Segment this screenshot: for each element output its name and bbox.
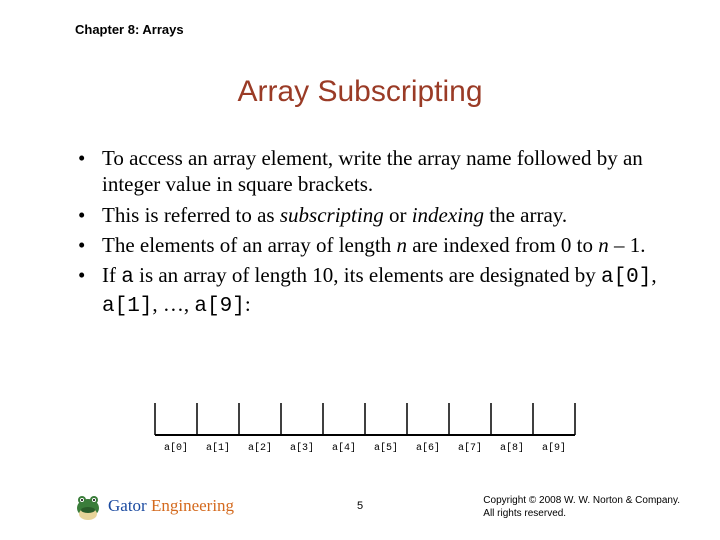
bullet-2-em1: subscripting [280, 203, 384, 227]
slide-title: Array Subscripting [0, 75, 720, 109]
bullet-4-code3: a[1] [102, 295, 152, 318]
bullet-4: If a is an array of length 10, its eleme… [78, 262, 660, 321]
array-diagram-svg: a[0] a[1] a[2] a[3] a[4] a[5] a[6] a[7] a[8] a[9] [150, 400, 580, 455]
bullet-3-mid2: – 1. [609, 233, 646, 257]
bullet-4-mid2: , [651, 263, 656, 287]
array-cell-label: a[5] [374, 442, 398, 454]
bullet-3: The elements of an array of length n are… [78, 232, 660, 258]
array-cell-label: a[3] [290, 442, 314, 454]
bullet-3-em1: n [396, 233, 407, 257]
bullet-2: This is referred to as subscripting or i… [78, 202, 660, 228]
bullet-2-mid1: or [384, 203, 412, 227]
copyright-line-1: Copyright © 2008 W. W. Norton & Company. [483, 494, 680, 507]
array-cell-label: a[4] [332, 442, 356, 454]
bullet-2-pre: This is referred to as [102, 203, 280, 227]
array-cell-label: a[1] [206, 442, 230, 454]
bullet-4-mid3: , …, [152, 292, 194, 316]
array-cell-label: a[8] [500, 442, 524, 454]
bullet-1: To access an array element, write the ar… [78, 145, 660, 198]
bullet-2-em2: indexing [412, 203, 484, 227]
bullet-list: To access an array element, write the ar… [78, 145, 660, 325]
array-cell-label: a[7] [458, 442, 482, 454]
bullet-2-mid2: the array. [484, 203, 567, 227]
array-cell-label: a[9] [542, 442, 566, 454]
bullet-4-code1: a [121, 266, 134, 289]
bullet-4-mid1: is an array of length 10, its elements a… [134, 263, 601, 287]
bullet-3-em2: n [598, 233, 609, 257]
bullet-4-pre: If [102, 263, 121, 287]
chapter-header: Chapter 8: Arrays [75, 22, 184, 37]
copyright-line-2: All rights reserved. [483, 507, 680, 520]
bullet-4-tail: : [245, 292, 251, 316]
bullet-3-pre: The elements of an array of length [102, 233, 396, 257]
footer-copyright: Copyright © 2008 W. W. Norton & Company.… [483, 494, 680, 520]
bullet-4-code2: a[0] [601, 266, 651, 289]
bullet-3-mid1: are indexed from 0 to [407, 233, 598, 257]
array-cell-label: a[0] [164, 442, 188, 454]
bullet-4-code4: a[9] [194, 295, 244, 318]
bullet-1-text: To access an array element, write the ar… [102, 146, 643, 196]
array-cell-label: a[2] [248, 442, 272, 454]
array-cell-label: a[6] [416, 442, 440, 454]
array-diagram: a[0] a[1] a[2] a[3] a[4] a[5] a[6] a[7] a[8] a[9] [150, 400, 580, 455]
